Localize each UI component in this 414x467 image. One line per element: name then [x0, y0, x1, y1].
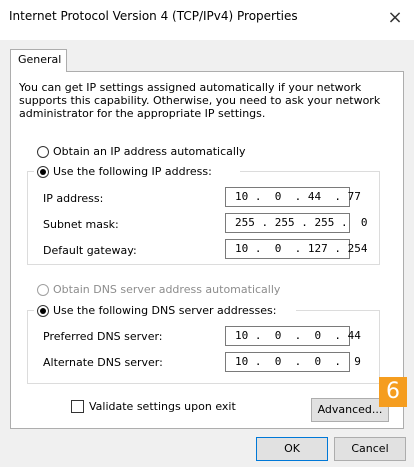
use-dns-manual-radio[interactable]	[37, 305, 49, 317]
ok-button[interactable]: OK	[256, 437, 328, 461]
use-ip-manual-radio[interactable]	[37, 166, 49, 178]
cancel-button[interactable]: Cancel	[334, 437, 406, 461]
obtain-dns-auto-radio[interactable]	[37, 284, 49, 296]
alternate-dns-field[interactable]: 10 . 0 . 0 . 9	[225, 352, 361, 372]
ip-address-label: IP address:	[43, 192, 104, 205]
validate-label: Validate settings upon exit	[89, 400, 236, 413]
alternate-dns-label: Alternate DNS server:	[43, 356, 163, 369]
use-dns-manual-label: Use the following DNS server addresses:	[53, 304, 277, 317]
preferred-dns-label: Preferred DNS server:	[43, 330, 163, 343]
default-gateway-label: Default gateway:	[43, 244, 137, 257]
default-gateway-field[interactable]: 10 . 0 . 127 . 254	[225, 239, 367, 259]
ip-address-field[interactable]: 10 . 0 . 44 . 77	[225, 187, 361, 207]
tab-general[interactable]: General	[10, 49, 67, 72]
preferred-dns-field[interactable]: 10 . 0 . 0 . 44	[225, 326, 361, 346]
validate-checkbox[interactable]	[71, 400, 84, 413]
step-badge: 6	[379, 377, 407, 407]
subnet-mask-field[interactable]: 255 . 255 . 255 . 0	[225, 213, 367, 233]
window-title: Internet Protocol Version 4 (TCP/IPv4) P…	[9, 9, 298, 23]
obtain-dns-auto-label: Obtain DNS server address automatically	[53, 283, 281, 296]
obtain-ip-auto-label: Obtain an IP address automatically	[53, 145, 246, 158]
obtain-ip-auto-radio[interactable]	[37, 146, 49, 158]
dns-groupbox	[27, 310, 380, 384]
close-icon[interactable]: ×	[381, 4, 409, 32]
advanced-button[interactable]: Advanced...	[311, 398, 389, 422]
use-ip-manual-label: Use the following IP address:	[53, 165, 212, 178]
intro-text: You can get IP settings assigned automat…	[19, 81, 381, 120]
tab-general-label: General	[18, 53, 62, 66]
subnet-mask-label: Subnet mask:	[43, 218, 119, 231]
